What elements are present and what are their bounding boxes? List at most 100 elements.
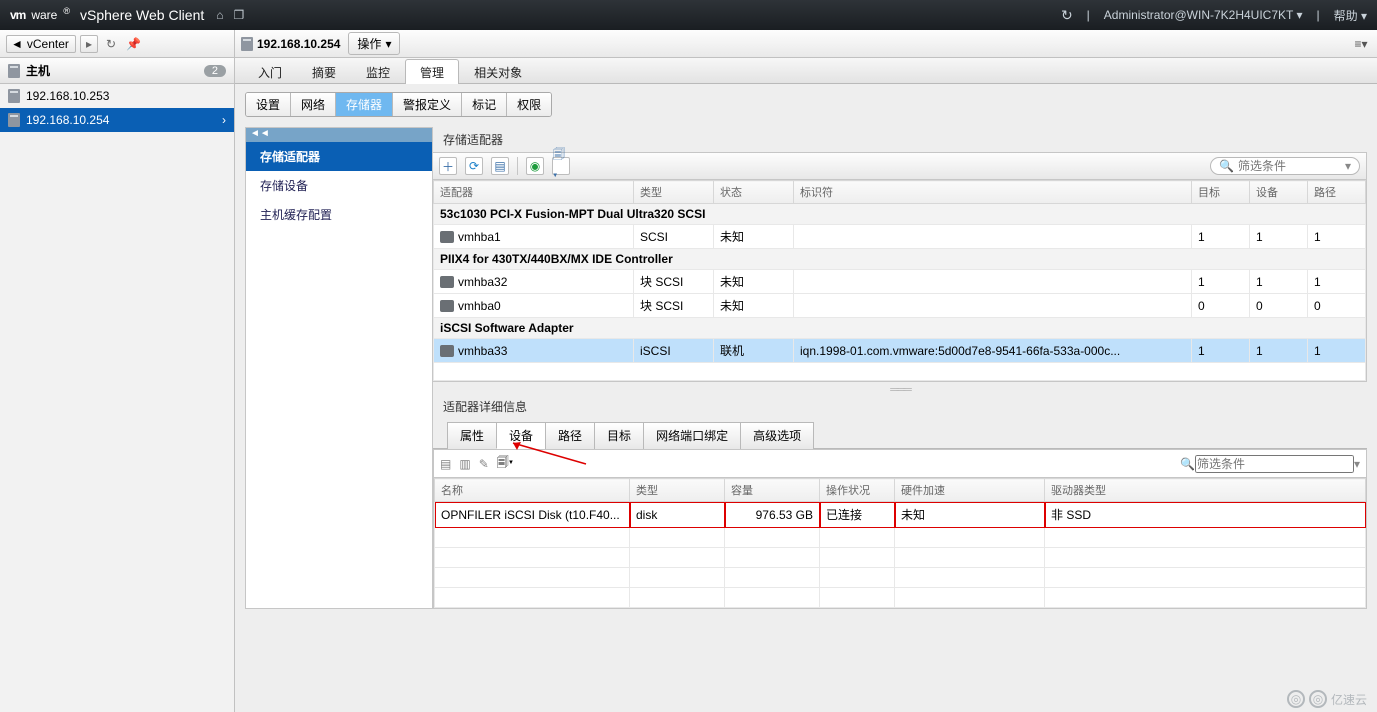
forward-button[interactable]: ▸ <box>80 35 98 53</box>
leftnav-item[interactable]: 存储设备 <box>246 171 432 200</box>
adapter-row[interactable]: vmhba32块 SCSI未知111 <box>434 270 1366 294</box>
refresh-icon[interactable]: ⟳ <box>465 157 483 175</box>
column-header[interactable]: 类型 <box>630 479 725 502</box>
adapter-icon <box>440 276 454 288</box>
top-icons: ⌂ ❐ <box>216 8 244 22</box>
storage-leftnav: ◄◄ 存储适配器存储设备主机缓存配置 <box>245 127 433 609</box>
add-icon[interactable]: ＋ <box>439 157 457 175</box>
object-bar: 192.168.10.254 操作 ▾ ≡▾ <box>235 30 1377 58</box>
details-tab-网络端口绑定[interactable]: 网络端口绑定 <box>643 422 741 449</box>
tab-监控[interactable]: 监控 <box>351 59 405 84</box>
home-icon[interactable]: ⌂ <box>216 8 223 22</box>
hosts-section-header[interactable]: 主机 2 <box>0 58 234 84</box>
sidebar-host-item[interactable]: 192.168.10.254 › <box>0 108 234 132</box>
host-count-badge: 2 <box>204 65 226 77</box>
column-header[interactable]: 设备 <box>1250 181 1308 204</box>
empty-row <box>435 588 1366 608</box>
column-header[interactable]: 标识符 <box>794 181 1192 204</box>
subtab-警报定义[interactable]: 警报定义 <box>393 93 462 116</box>
adapters-toolbar: ＋ ⟳ ▤ ◉ 🗐▾ 🔍▾ <box>433 152 1367 180</box>
adapter-row[interactable]: vmhba0块 SCSI未知000 <box>434 294 1366 318</box>
devices-toolbar: ▤ ▥ ✎ 🗐▾ 🔍▾ <box>433 449 1367 477</box>
pin-icon[interactable]: 📌 <box>124 36 142 52</box>
empty-row <box>435 548 1366 568</box>
help-menu[interactable]: 帮助 ▾ <box>1334 7 1367 24</box>
adapter-group: iSCSI Software Adapter <box>434 318 1366 339</box>
column-header[interactable]: 名称 <box>435 479 630 502</box>
primary-tabs: 入门摘要监控管理相关对象 <box>235 58 1377 84</box>
subtab-存储器[interactable]: 存储器 <box>336 93 393 116</box>
object-title: 192.168.10.254 <box>241 37 340 51</box>
adapter-icon <box>440 345 454 357</box>
history-icon[interactable]: ↻ <box>102 36 120 52</box>
attach-icon[interactable]: ▤ <box>440 457 451 471</box>
column-header[interactable]: 目标 <box>1192 181 1250 204</box>
watermark: ◎◎亿速云 <box>1287 690 1367 708</box>
adapter-icon <box>440 300 454 312</box>
splitter[interactable] <box>433 382 1367 392</box>
section-title: 存储适配器 <box>433 127 1367 152</box>
detach-icon[interactable]: ▥ <box>459 457 470 471</box>
breadcrumb-bar: ◄ vCenter ▸ ↻ 📌 <box>0 30 234 58</box>
chevron-right-icon: › <box>222 113 226 127</box>
rescan-icon[interactable]: ▤ <box>491 157 509 175</box>
filter-box[interactable]: 🔍▾ <box>1180 455 1360 473</box>
subtab-权限[interactable]: 权限 <box>507 93 551 116</box>
rescan-all-icon[interactable]: ◉ <box>526 157 544 175</box>
user-menu[interactable]: Administrator@WIN-7K2H4UIC7KT ▾ <box>1104 8 1303 22</box>
host-label: 192.168.10.254 <box>26 113 109 127</box>
filter-input[interactable] <box>1195 455 1354 473</box>
column-header[interactable]: 驱动器类型 <box>1045 479 1366 502</box>
details-tab-目标[interactable]: 目标 <box>594 422 644 449</box>
copy-icon[interactable]: 🗐▾ <box>497 453 513 474</box>
column-header[interactable]: 操作状况 <box>820 479 895 502</box>
column-header[interactable]: 适配器 <box>434 181 634 204</box>
adapter-row[interactable]: vmhba1SCSI未知111 <box>434 225 1366 249</box>
tab-入门[interactable]: 入门 <box>243 59 297 84</box>
tab-管理[interactable]: 管理 <box>405 59 459 84</box>
details-tab-路径[interactable]: 路径 <box>545 422 595 449</box>
host-icon <box>8 64 20 78</box>
adapter-group: 53c1030 PCI-X Fusion-MPT Dual Ultra320 S… <box>434 204 1366 225</box>
adapter-icon <box>440 231 454 243</box>
device-row[interactable]: OPNFILER iSCSI Disk (t10.F40...disk976.5… <box>435 502 1366 528</box>
filter-box[interactable]: 🔍▾ <box>1210 157 1360 175</box>
subtab-设置[interactable]: 设置 <box>246 93 291 116</box>
column-header[interactable]: 类型 <box>634 181 714 204</box>
adapter-row[interactable]: vmhba33iSCSI联机iqn.1998-01.com.vmware:5d0… <box>434 339 1366 363</box>
details-tab-高级选项[interactable]: 高级选项 <box>740 422 814 449</box>
column-header[interactable]: 状态 <box>714 181 794 204</box>
copy-icon[interactable]: 🗐▾ <box>552 157 570 175</box>
column-header[interactable]: 容量 <box>725 479 820 502</box>
panel-menu-icon[interactable]: ≡▾ <box>1351 37 1371 51</box>
windows-icon[interactable]: ❐ <box>234 8 245 22</box>
collapse-button[interactable]: ◄◄ <box>246 128 432 142</box>
leftnav-item[interactable]: 主机缓存配置 <box>246 200 432 229</box>
section-title-label: 主机 <box>26 62 50 79</box>
host-icon <box>8 89 20 103</box>
details-tabs: 属性设备路径目标网络端口绑定高级选项 <box>433 421 1367 449</box>
devices-grid[interactable]: 名称类型容量操作状况硬件加速驱动器类型 OPNFILER iSCSI Disk … <box>433 477 1367 609</box>
column-header[interactable]: 硬件加速 <box>895 479 1045 502</box>
column-header[interactable]: 路径 <box>1308 181 1366 204</box>
sidebar-host-item[interactable]: 192.168.10.253 <box>0 84 234 108</box>
filter-input[interactable] <box>1238 159 1341 173</box>
main-pane: 192.168.10.254 操作 ▾ ≡▾ 入门摘要监控管理相关对象 设置网络… <box>235 30 1377 712</box>
refresh-icon[interactable]: ↻ <box>1061 7 1073 24</box>
back-button[interactable]: ◄ vCenter <box>6 35 76 53</box>
tab-相关对象[interactable]: 相关对象 <box>459 59 537 84</box>
top-bar: vmware® vSphere Web Client ⌂ ❐ ↻ | Admin… <box>0 0 1377 30</box>
brand-logo: vmware® vSphere Web Client <box>10 7 204 23</box>
adapters-grid[interactable]: 适配器类型状态标识符目标设备路径 53c1030 PCI-X Fusion-MP… <box>433 180 1367 382</box>
details-title: 适配器详细信息 <box>433 392 1367 421</box>
sub-tabs: 设置网络存储器警报定义标记权限 <box>245 92 552 117</box>
subtab-网络[interactable]: 网络 <box>291 93 336 116</box>
tab-摘要[interactable]: 摘要 <box>297 59 351 84</box>
host-icon <box>8 113 20 127</box>
actions-menu[interactable]: 操作 ▾ <box>348 32 400 55</box>
leftnav-item[interactable]: 存储适配器 <box>246 142 432 171</box>
details-tab-属性[interactable]: 属性 <box>447 422 497 449</box>
rename-icon[interactable]: ✎ <box>479 457 489 471</box>
details-tab-设备[interactable]: 设备 <box>496 422 546 449</box>
subtab-标记[interactable]: 标记 <box>462 93 507 116</box>
